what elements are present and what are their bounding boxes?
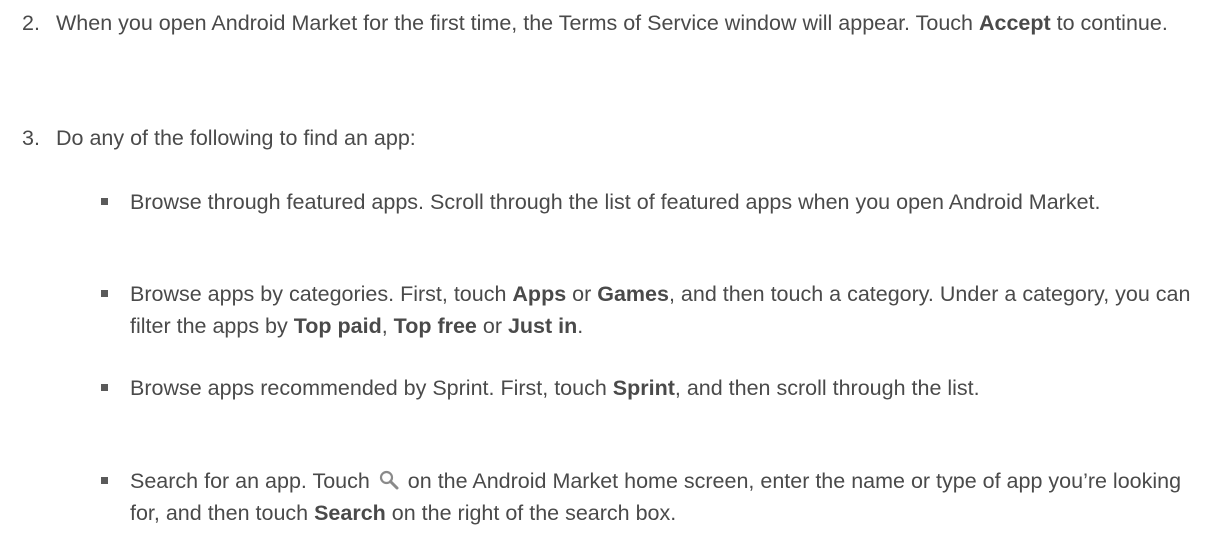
top-free-label: Top free <box>393 314 477 338</box>
bullet-marker <box>101 198 108 205</box>
list-item-text: Browse apps recommended by Sprint. First… <box>130 376 980 400</box>
bullet-marker <box>101 290 108 297</box>
apps-label: Apps <box>512 282 567 306</box>
list-item-text: Search for an app. Touch on the Android … <box>130 468 1182 525</box>
bullet-marker <box>101 384 108 391</box>
top-paid-label: Top paid <box>293 314 382 338</box>
step-text: When you open Android Market for the fir… <box>56 11 1168 35</box>
games-label: Games <box>597 282 669 306</box>
step-text: Do any of the following to find an app: <box>56 126 416 150</box>
search-icon <box>378 468 400 490</box>
accept-label: Accept <box>978 11 1051 35</box>
step-number: 3. <box>22 126 40 150</box>
bullet-marker <box>101 477 108 484</box>
document-page: 2. When you open Android Market for the … <box>0 0 1215 560</box>
just-in-label: Just in <box>507 314 578 338</box>
list-item-text: Browse through featured apps. Scroll thr… <box>130 190 1101 214</box>
step-number: 2. <box>22 11 40 35</box>
search-label: Search <box>314 501 386 525</box>
list-item-text: Browse apps by categories. First, touch … <box>130 282 1191 338</box>
sprint-label: Sprint <box>612 376 675 400</box>
